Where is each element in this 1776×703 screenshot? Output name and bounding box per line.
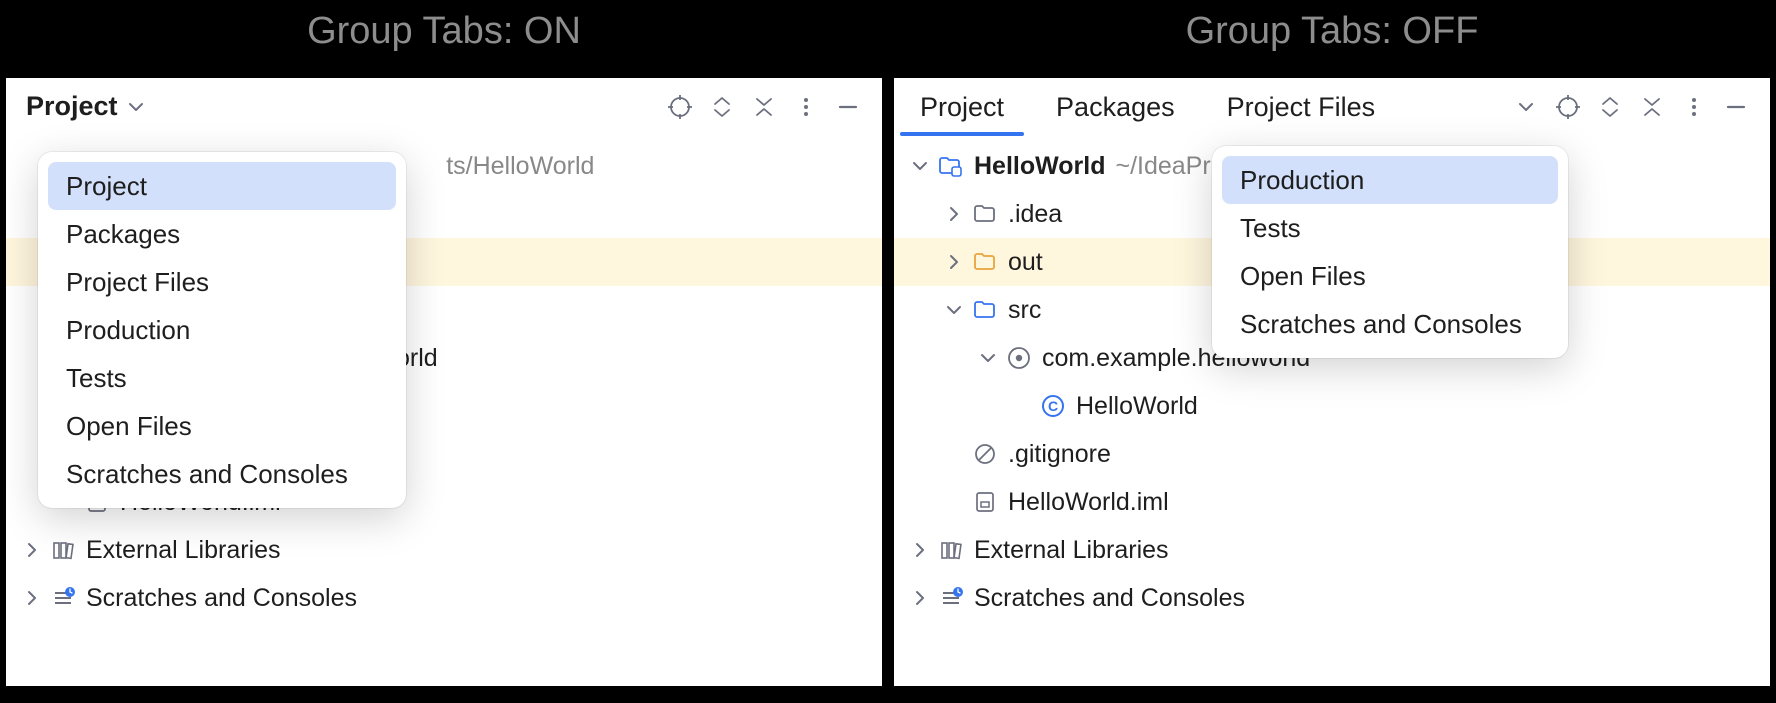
chevron-down-icon[interactable]	[938, 300, 970, 320]
tree-row-class[interactable]: HelloWorld	[894, 382, 1770, 430]
tab-label: Project Files	[1227, 92, 1376, 123]
popup-item-production[interactable]: Production	[1222, 156, 1558, 204]
popup-item-tests[interactable]: Tests	[1222, 204, 1558, 252]
right-panel: Project Packages Project Files	[893, 77, 1771, 687]
tree-row-iml[interactable]: HelloWorld.iml	[894, 478, 1770, 526]
options-more-icon[interactable]	[1674, 87, 1714, 127]
tree-row-scratches[interactable]: Scratches and Consoles	[6, 574, 882, 622]
library-icon	[48, 538, 78, 562]
chevron-right-icon[interactable]	[904, 540, 936, 560]
popup-item-production[interactable]: Production	[48, 306, 396, 354]
excluded-folder-icon	[970, 250, 1000, 274]
tree-item-label: HelloWorld.iml	[1008, 488, 1169, 517]
scratches-icon	[936, 586, 966, 610]
popup-item-label: Production	[1240, 165, 1364, 196]
tab-label: Project	[920, 92, 1004, 123]
select-opened-file-icon[interactable]	[660, 87, 700, 127]
package-icon	[1004, 346, 1034, 370]
tree-row-gitignore[interactable]: .gitignore	[894, 430, 1770, 478]
tree-item-label: External Libraries	[86, 536, 281, 565]
collapse-all-icon[interactable]	[744, 87, 784, 127]
tree-row-external-libraries[interactable]: External Libraries	[894, 526, 1770, 574]
popup-item-open-files[interactable]: Open Files	[1222, 252, 1558, 300]
tree-row-scratches[interactable]: Scratches and Consoles	[894, 574, 1770, 622]
popup-item-project-files[interactable]: Project Files	[48, 258, 396, 306]
folder-icon	[970, 202, 1000, 226]
popup-item-tests[interactable]: Tests	[48, 354, 396, 402]
view-mode-dropdown[interactable]: Project	[26, 91, 118, 122]
hide-panel-icon[interactable]	[828, 87, 868, 127]
popup-item-open-files[interactable]: Open Files	[48, 402, 396, 450]
left-toolbar: Project	[6, 78, 882, 136]
tree-root-path-fragment: ts/HelloWorld	[446, 152, 594, 181]
tree-item-label: External Libraries	[974, 536, 1169, 565]
chevron-right-icon[interactable]	[16, 540, 48, 560]
popup-item-label: Scratches and Consoles	[66, 459, 348, 490]
popup-item-label: Production	[66, 315, 190, 346]
tab-project[interactable]: Project	[894, 78, 1030, 136]
chevron-right-icon[interactable]	[904, 588, 936, 608]
select-opened-file-icon[interactable]	[1548, 87, 1588, 127]
iml-file-icon	[970, 490, 1000, 514]
view-mode-popup: Project Packages Project Files Productio…	[38, 152, 406, 508]
source-folder-icon	[970, 298, 1000, 322]
left-panel: Project	[5, 77, 883, 687]
module-folder-icon	[936, 154, 966, 178]
tab-packages[interactable]: Packages	[1030, 78, 1201, 136]
tree-root-path-hint: ~/IdeaPr	[1115, 152, 1210, 181]
popup-item-label: Project Files	[66, 267, 209, 298]
hide-panel-icon[interactable]	[1716, 87, 1756, 127]
popup-item-label: Open Files	[66, 411, 192, 442]
tab-project-files[interactable]: Project Files	[1201, 78, 1402, 136]
popup-item-scratches-consoles[interactable]: Scratches and Consoles	[48, 450, 396, 498]
popup-item-label: Tests	[1240, 213, 1301, 244]
tabs-overflow-chevron-icon[interactable]	[1506, 87, 1546, 127]
expand-all-icon[interactable]	[702, 87, 742, 127]
right-tabs-bar: Project Packages Project Files	[894, 78, 1770, 136]
popup-item-label: Packages	[66, 219, 180, 250]
tree-item-label: out	[1008, 248, 1043, 277]
tree-item-label: HelloWorld	[974, 152, 1105, 181]
popup-item-project[interactable]: Project	[48, 162, 396, 210]
view-mode-label: Project	[26, 91, 118, 121]
chevron-right-icon[interactable]	[938, 252, 970, 272]
chevron-right-icon[interactable]	[938, 204, 970, 224]
caption-left: Group Tabs: ON	[0, 0, 888, 72]
tree-item-label: Scratches and Consoles	[86, 584, 357, 613]
popup-item-label: Tests	[66, 363, 127, 394]
popup-item-label: Scratches and Consoles	[1240, 309, 1522, 340]
collapse-all-icon[interactable]	[1632, 87, 1672, 127]
caption-right: Group Tabs: OFF	[888, 0, 1776, 72]
expand-all-icon[interactable]	[1590, 87, 1630, 127]
popup-item-packages[interactable]: Packages	[48, 210, 396, 258]
tree-item-label: .idea	[1008, 200, 1062, 229]
tabs-overflow-popup: Production Tests Open Files Scratches an…	[1212, 146, 1568, 358]
tree-item-label: Scratches and Consoles	[974, 584, 1245, 613]
chevron-down-icon[interactable]	[904, 156, 936, 176]
chevron-down-icon[interactable]	[972, 348, 1004, 368]
scratches-icon	[48, 586, 78, 610]
tab-label: Packages	[1056, 92, 1175, 123]
popup-item-label: Open Files	[1240, 261, 1366, 292]
tree-item-label: HelloWorld	[1076, 392, 1198, 421]
comparison-captions: Group Tabs: ON Group Tabs: OFF	[0, 0, 1776, 72]
tree-item-label: .gitignore	[1008, 440, 1111, 469]
tree-row-external-libraries[interactable]: External Libraries	[6, 526, 882, 574]
chevron-right-icon[interactable]	[16, 588, 48, 608]
library-icon	[936, 538, 966, 562]
popup-item-label: Project	[66, 171, 147, 202]
class-icon	[1038, 394, 1068, 418]
options-more-icon[interactable]	[786, 87, 826, 127]
chevron-down-icon[interactable]	[126, 97, 146, 117]
tree-item-label: src	[1008, 296, 1041, 325]
popup-item-scratches-consoles[interactable]: Scratches and Consoles	[1222, 300, 1558, 348]
gitignore-icon	[970, 442, 1000, 466]
